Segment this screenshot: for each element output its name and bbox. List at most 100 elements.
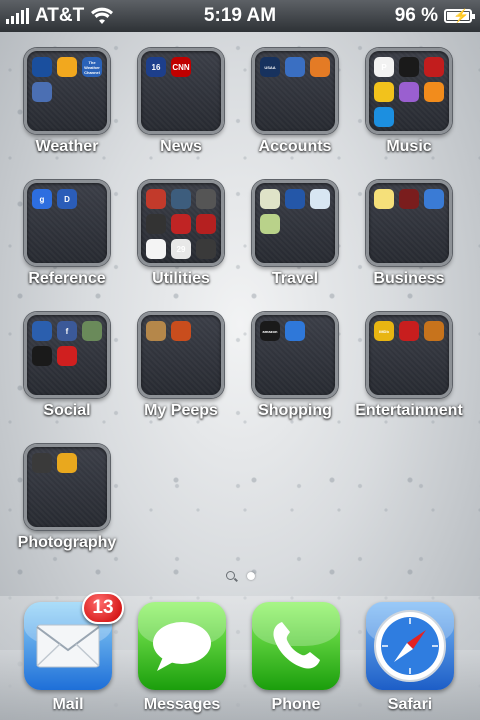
folder-label: My Peeps xyxy=(144,402,218,419)
folder-weather[interactable]: The Weather Channel Weather xyxy=(10,48,124,168)
folder-reference[interactable]: g D Reference xyxy=(10,180,124,300)
dock-label-phone: Phone xyxy=(271,696,321,713)
folder-preview[interactable]: 29 xyxy=(138,180,224,266)
weather-channel-icon: The Weather Channel xyxy=(82,57,102,77)
dock-app-phone[interactable]: Phone xyxy=(246,602,346,714)
movies-icon xyxy=(399,321,419,341)
page-indicator[interactable] xyxy=(0,571,480,580)
page-dot-active[interactable] xyxy=(246,571,255,580)
status-bar: AT&T 5:19 AM 96 % ⚡ xyxy=(0,0,480,32)
dock-label-messages: Messages xyxy=(143,696,221,713)
folder-travel[interactable]: Travel xyxy=(238,180,352,300)
battery-icon: ⚡ xyxy=(444,8,475,23)
folder-label: Reference xyxy=(28,270,106,287)
dock-label-mail: Mail xyxy=(52,696,84,713)
chat-icon xyxy=(82,321,102,341)
folder-preview[interactable]: 16 CNN xyxy=(138,48,224,134)
folder-my-peeps[interactable]: My Peeps xyxy=(124,312,238,432)
unread-badge: 13 xyxy=(82,592,124,624)
folder-label: Accounts xyxy=(258,138,332,155)
usaa-icon: USAA xyxy=(260,57,280,77)
dock-app-safari[interactable]: Safari xyxy=(360,602,460,714)
ipod-icon xyxy=(424,82,444,102)
folder-preview[interactable]: P xyxy=(366,48,452,134)
folder-label: Shopping xyxy=(258,402,332,419)
mail-icon[interactable]: 13 xyxy=(24,592,124,690)
voice-memo-icon xyxy=(196,214,216,234)
iheart-icon xyxy=(424,57,444,77)
cnn-icon: CNN xyxy=(171,57,191,77)
folder-accounts[interactable]: USAA Accounts xyxy=(238,48,352,168)
face-icon xyxy=(374,82,394,102)
folder-entertainment[interactable]: IMDb Entertainment xyxy=(352,312,466,432)
stack-icon xyxy=(310,57,330,77)
book-icon xyxy=(399,189,419,209)
folder-social[interactable]: f Social xyxy=(10,312,124,432)
folder-label: Weather xyxy=(35,138,99,155)
calendar-icon: 29 xyxy=(171,239,191,259)
weather-channel-icon xyxy=(32,57,52,77)
imdb-icon: IMDb xyxy=(374,321,394,341)
social-app-icon xyxy=(57,346,77,366)
folder-preview[interactable]: amazon xyxy=(252,312,338,398)
folder-shopping[interactable]: amazon Shopping xyxy=(238,312,352,432)
dictionary-icon: D xyxy=(57,189,77,209)
folder-preview[interactable]: USAA xyxy=(252,48,338,134)
sun-icon xyxy=(57,57,77,77)
folder-utilities[interactable]: 29 Utilities xyxy=(124,180,238,300)
folder-preview[interactable]: gD xyxy=(24,180,110,266)
folder-news[interactable]: 16 CNN News xyxy=(124,48,238,168)
notes-icon xyxy=(374,189,394,209)
news-channel-icon: 16 xyxy=(146,57,166,77)
clock-icon xyxy=(146,239,166,259)
dock-app-messages[interactable]: Messages xyxy=(132,602,232,714)
facebook-icon: f xyxy=(57,321,77,341)
folder-label: News xyxy=(160,138,202,155)
maps-icon xyxy=(260,189,280,209)
folder-preview[interactable] xyxy=(366,180,452,266)
folder-business[interactable]: Business xyxy=(352,180,466,300)
folder-preview[interactable]: IMDb xyxy=(366,312,452,398)
spotlight-search-icon[interactable] xyxy=(225,571,235,580)
folder-label: Social xyxy=(43,402,91,419)
calculator-icon xyxy=(146,189,166,209)
flashlight-icon xyxy=(146,214,166,234)
dock-app-mail[interactable]: 13 Mail xyxy=(18,592,124,714)
dock: 13 Mail Messages Phone Safari xyxy=(0,592,480,720)
gauge-icon xyxy=(196,189,216,209)
ibooks-icon xyxy=(424,321,444,341)
google-icon: g xyxy=(32,189,52,209)
folder-label: Travel xyxy=(271,270,319,287)
contacts-icon xyxy=(146,321,166,341)
folder-label: Business xyxy=(373,270,445,287)
dock-label-safari: Safari xyxy=(387,696,433,713)
safari-compass-icon[interactable] xyxy=(366,602,454,690)
sunflower-icon xyxy=(57,453,77,473)
game-character-icon xyxy=(171,321,191,341)
folder-preview[interactable]: The Weather Channel xyxy=(24,48,110,134)
phone-icon[interactable] xyxy=(252,602,340,690)
status-right: 96 % ⚡ xyxy=(394,5,475,27)
folder-preview[interactable] xyxy=(252,180,338,266)
folder-label: Music xyxy=(386,138,432,155)
folder-photography[interactable]: Photography xyxy=(10,444,124,564)
folder-preview[interactable]: f xyxy=(24,312,110,398)
flight-icon xyxy=(310,189,330,209)
folder-label: Utilities xyxy=(152,270,210,287)
phone-voice-icon xyxy=(32,321,52,341)
shazam-like-icon xyxy=(399,57,419,77)
calculator-icon xyxy=(196,239,216,259)
pandora-icon: P xyxy=(374,57,394,77)
folder-label: Entertainment xyxy=(355,402,463,419)
calendar-icon xyxy=(171,214,191,234)
clock-icon xyxy=(32,82,52,102)
battery-percent: 96 % xyxy=(394,5,438,26)
map-pin-icon xyxy=(260,214,280,234)
app-store-icon xyxy=(285,321,305,341)
folder-music[interactable]: P Music xyxy=(352,48,466,168)
messages-icon[interactable] xyxy=(138,602,226,690)
stocks-icon xyxy=(424,189,444,209)
folder-preview[interactable] xyxy=(24,444,110,530)
folder-preview[interactable] xyxy=(138,312,224,398)
folder-label: Photography xyxy=(17,534,117,551)
